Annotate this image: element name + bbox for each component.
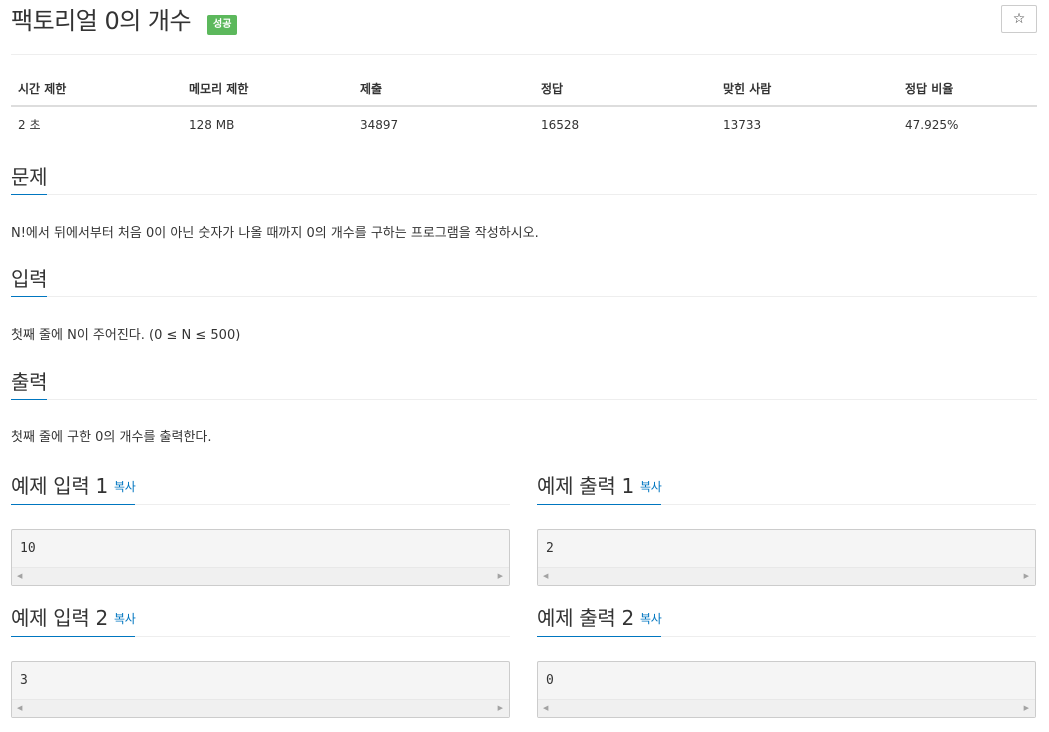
header-accepted: 정답	[534, 72, 716, 107]
info-header-row: 시간 제한 메모리 제한 제출 정답 맞힌 사람 정답 비율	[11, 72, 1037, 107]
favorite-star-button[interactable]: ☆	[1001, 5, 1037, 33]
value-memory-limit: 128 MB	[189, 117, 235, 132]
header-solved-users: 맞힌 사람	[716, 72, 898, 107]
value-submissions: 34897	[360, 117, 399, 132]
sample-output-1-value: 2	[546, 541, 554, 556]
sample-input-2-value: 3	[20, 673, 28, 688]
sample-output-2-value: 0	[546, 673, 554, 688]
sample-output-1-header: 예제 출력 1 복사	[537, 472, 1036, 505]
value-accepted: 16528	[541, 117, 580, 132]
sample-output-1-box: 2 ◀ ▶	[537, 529, 1036, 586]
value-time-limit: 2 초	[18, 118, 41, 132]
input-heading: 입력	[11, 265, 48, 297]
sample-output-2-title: 예제 출력 2 복사	[537, 604, 662, 637]
input-description: 첫째 줄에 N이 주어진다. (0 ≤ N ≤ 500)	[11, 328, 241, 343]
sample-output-1-heading: 예제 출력 1	[537, 474, 634, 498]
horizontal-scrollbar[interactable]: ◀ ▶	[538, 699, 1035, 717]
header-submissions: 제출	[353, 72, 534, 107]
problem-description: N!에서 뒤에서부터 처음 0이 아닌 숫자가 나올 때까지 0의 개수를 구하…	[11, 226, 539, 241]
copy-sample-output-1-button[interactable]: 복사	[640, 480, 662, 494]
sample-input-2-header: 예제 입력 2 복사	[11, 604, 510, 637]
scroll-left-icon[interactable]: ◀	[543, 704, 548, 712]
sample-output-2-box: 0 ◀ ▶	[537, 661, 1036, 718]
output-description: 첫째 줄에 구한 0의 개수를 출력한다.	[11, 430, 212, 445]
scroll-left-icon[interactable]: ◀	[543, 572, 548, 580]
scroll-right-icon[interactable]: ▶	[1024, 704, 1029, 712]
copy-sample-input-1-button[interactable]: 복사	[114, 480, 136, 494]
star-icon: ☆	[1012, 11, 1026, 27]
sample-input-2-title: 예제 입력 2 복사	[11, 604, 136, 637]
status-badge: 성공	[207, 15, 238, 35]
sample-input-2-box: 3 ◀ ▶	[11, 661, 510, 718]
output-section-header: 출력	[11, 368, 1037, 400]
output-heading: 출력	[11, 368, 48, 400]
copy-sample-input-2-button[interactable]: 복사	[114, 612, 136, 626]
copy-sample-output-2-button[interactable]: 복사	[640, 612, 662, 626]
sample-output-1-title: 예제 출력 1 복사	[537, 472, 662, 505]
scroll-right-icon[interactable]: ▶	[1024, 572, 1029, 580]
sample-input-1-header: 예제 입력 1 복사	[11, 472, 510, 505]
horizontal-scrollbar[interactable]: ◀ ▶	[538, 567, 1035, 585]
sample-output-2-heading: 예제 출력 2	[537, 606, 634, 630]
value-accept-ratio: 47.925%	[905, 117, 959, 132]
page-title: 팩토리얼 0의 개수	[11, 7, 192, 35]
input-section-header: 입력	[11, 265, 1037, 297]
problem-page: 팩토리얼 0의 개수 성공 ☆ 시간 제한 메모리 제한 제출 정답 맞힌 사람…	[11, 0, 1037, 718]
sample-output-2-header: 예제 출력 2 복사	[537, 604, 1036, 637]
sample-input-1-value: 10	[20, 541, 36, 556]
horizontal-scrollbar[interactable]: ◀ ▶	[12, 699, 509, 717]
problem-info-table: 시간 제한 메모리 제한 제출 정답 맞힌 사람 정답 비율 2 초 128 M…	[11, 72, 1037, 142]
header-memory-limit: 메모리 제한	[182, 72, 353, 107]
info-value-row: 2 초 128 MB 34897 16528 13733 47.925%	[11, 106, 1037, 142]
scroll-right-icon[interactable]: ▶	[498, 572, 503, 580]
scroll-left-icon[interactable]: ◀	[17, 572, 22, 580]
sample-input-2-heading: 예제 입력 2	[11, 606, 108, 630]
horizontal-scrollbar[interactable]: ◀ ▶	[12, 567, 509, 585]
sample-input-1-heading: 예제 입력 1	[11, 474, 108, 498]
sample-input-1-title: 예제 입력 1 복사	[11, 472, 136, 505]
header-accept-ratio: 정답 비율	[898, 72, 1037, 107]
problem-section-header: 문제	[11, 163, 1037, 195]
sample-input-1-box: 10 ◀ ▶	[11, 529, 510, 586]
scroll-right-icon[interactable]: ▶	[498, 704, 503, 712]
problem-heading: 문제	[11, 163, 48, 195]
scroll-left-icon[interactable]: ◀	[17, 704, 22, 712]
header-time-limit: 시간 제한	[11, 72, 182, 107]
title-row: 팩토리얼 0의 개수 성공 ☆	[11, 0, 1037, 55]
value-solved-users: 13733	[723, 117, 762, 132]
